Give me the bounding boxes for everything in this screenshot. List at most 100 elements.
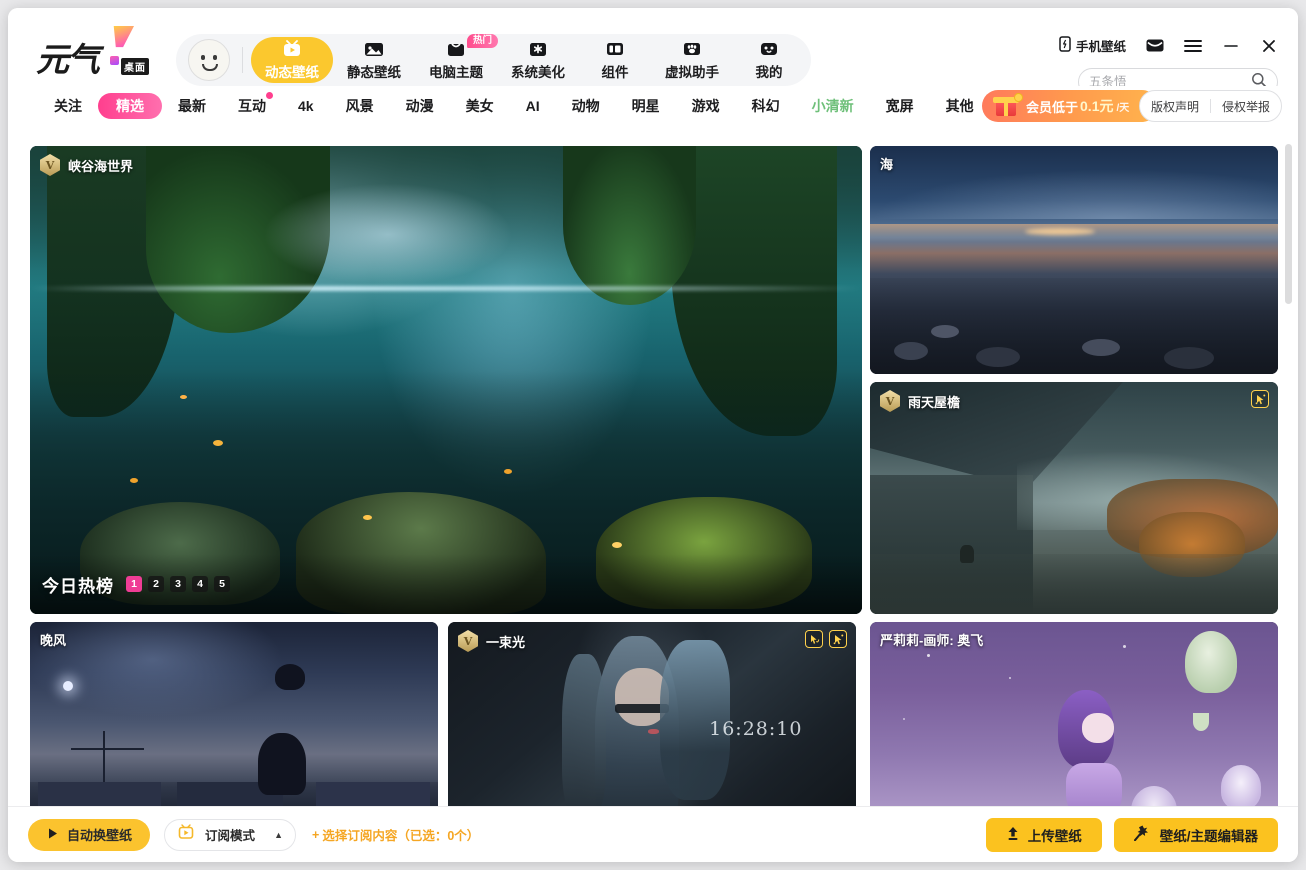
upload-icon [1006,826,1020,844]
wallpaper-card-yanlili[interactable]: 严莉莉-画师: 奥飞 [870,622,1278,806]
avatar[interactable] [188,39,230,81]
category-zuixin[interactable]: 最新 [162,93,222,119]
nav-label: 组件 [601,65,629,80]
nav-label: 动态壁纸 [265,65,319,80]
main-nav: 动态壁纸 静态壁纸 电脑主题 热门 系统美化 组件 虚拟助手 我的 [176,34,811,86]
nav-item-static-wallpaper[interactable]: 静态壁纸 [333,37,415,83]
wallpaper-theme-editor-button[interactable]: 壁纸/主题编辑器 [1113,817,1278,852]
vip-badge-icon: V [458,630,478,652]
category-xiaoqingxin[interactable]: 小清新 [796,93,870,119]
pager-page-5[interactable]: 5 [214,576,230,592]
category-fengjing[interactable]: 风景 [330,93,390,119]
card-title-group: V 峡谷海世界 [40,154,133,176]
category-ai[interactable]: AI [510,93,556,119]
mouse-trail-icon[interactable] [805,630,823,648]
vip-amount: 0.1元 [1080,98,1114,114]
nav-item-virtual-assistant[interactable]: 虚拟助手 [651,37,733,83]
vip-suffix: /天 [1116,102,1130,114]
pager-page-4[interactable]: 4 [192,576,208,592]
gift-icon [990,91,1024,121]
category-kuanping[interactable]: 宽屏 [870,93,930,119]
card-title: 晚风 [40,633,67,648]
upload-wallpaper-button[interactable]: 上传壁纸 [985,817,1102,852]
wallpaper-card-beam-of-light[interactable]: 16:28:10 V 一束光 [448,622,856,806]
wallpaper-card-evening-breeze[interactable]: 晚风 [30,622,438,806]
scrollbar-track[interactable] [1285,142,1292,798]
new-dot-icon [266,92,273,99]
tv-play-icon [281,39,303,59]
cursor-interactive-icon[interactable] [1251,390,1269,408]
wallpaper-card-hero[interactable]: V 峡谷海世界 今日热榜 1 2 3 4 5 [30,146,862,614]
card-title: 雨天屋檐 [908,394,961,410]
phone-wallpaper-label: 手机壁纸 [1075,40,1126,54]
infringement-report-link[interactable]: 侵权举报 [1211,98,1281,115]
subscription-mode-dropdown[interactable]: 订阅模式 ▲ [164,818,297,851]
card-title-group: 晚风 [40,630,66,649]
play-icon [46,827,59,843]
nav-label: 虚拟助手 [665,65,719,80]
close-icon[interactable] [1260,37,1278,55]
vip-promo-banner[interactable]: 会员低于 0.1元 /天 [982,90,1158,122]
category-bar: 关注 精选 最新 互动 4k 风景 动漫 美女 AI 动物 明星 游戏 科幻 小… [8,86,1298,126]
phone-wallpaper-button[interactable]: 手机壁纸 [1059,36,1126,55]
category-mingxing[interactable]: 明星 [616,93,676,119]
bottom-toolbar: 自动换壁纸 订阅模式 ▲ + 选择订阅内容（已选：0个） 上传壁纸 壁纸/主题编… [8,806,1298,862]
auto-change-wallpaper-button[interactable]: 自动换壁纸 [28,818,151,851]
category-label: 互动 [238,98,266,114]
pager-page-1[interactable]: 1 [126,576,142,592]
legal-links: 版权声明 侵权举报 [1138,90,1282,122]
nav-item-dynamic-wallpaper[interactable]: 动态壁纸 [251,37,333,83]
select-subscription-content-button[interactable]: + 选择订阅内容（已选：0个） [312,825,479,844]
card-feature-icons [1251,390,1269,408]
card-thumbnail [870,146,1278,374]
avatar-mouth-icon [202,64,218,71]
copyright-statement-link[interactable]: 版权声明 [1140,98,1210,115]
category-guanzhu[interactable]: 关注 [38,93,98,119]
magic-wand-icon [1133,825,1152,844]
card-title: 峡谷海世界 [68,158,134,174]
card-feature-icons [805,630,847,648]
pager-page-2[interactable]: 2 [148,576,164,592]
category-dongman[interactable]: 动漫 [390,93,450,119]
plus-icon: + [312,827,320,842]
wallpaper-grid-area: V 峡谷海世界 今日热榜 1 2 3 4 5 海 V 雨天屋檐 晚风 16:28… [8,134,1298,806]
paw-icon [681,39,703,59]
wallpaper-card-rainy-eaves[interactable]: V 雨天屋檐 [870,382,1278,614]
bottom-right-actions: 上传壁纸 壁纸/主题编辑器 [985,817,1278,852]
mail-icon[interactable] [1146,37,1164,55]
robot-icon [758,39,780,59]
minimize-icon[interactable] [1222,37,1240,55]
editor-label: 壁纸/主题编辑器 [1159,828,1258,844]
window-controls: 手机壁纸 [1059,36,1278,55]
menu-icon[interactable] [1184,37,1202,55]
upload-label: 上传壁纸 [1027,828,1082,844]
nav-item-mine[interactable]: 我的 [733,37,805,83]
app-logo[interactable]: 元气 桌面 [36,26,156,79]
chevron-up-icon[interactable]: ▲ [274,830,283,840]
nav-item-widgets[interactable]: 组件 [579,37,651,83]
category-jingxuan[interactable]: 精选 [98,93,162,119]
wallpaper-card-sea[interactable]: 海 [870,146,1278,374]
category-kehuan[interactable]: 科幻 [736,93,796,119]
pager-page-3[interactable]: 3 [170,576,186,592]
nav-item-pc-theme[interactable]: 电脑主题 热门 [415,34,499,83]
select-subscription-label: 选择订阅内容（已选：0个） [322,829,480,843]
category-list: 关注 精选 最新 互动 4k 风景 动漫 美女 AI 动物 明星 游戏 科幻 小… [38,86,990,126]
clock-time: 16:28:10 [709,717,803,740]
auto-change-label: 自动换壁纸 [67,828,133,843]
scrollbar-thumb[interactable] [1285,144,1292,304]
logo-exclamation-icon [113,26,134,48]
category-qita[interactable]: 其他 [930,93,990,119]
cursor-interactive-icon[interactable] [829,630,847,648]
category-dongwu[interactable]: 动物 [556,93,616,119]
category-youxi[interactable]: 游戏 [676,93,736,119]
category-meinv[interactable]: 美女 [450,93,510,119]
widget-icon [604,39,626,59]
nav-item-system-beautify[interactable]: 系统美化 [497,37,579,83]
logo-text: 元气 [36,40,100,79]
hero-thumbnail [30,146,862,614]
card-title-group: 海 [880,154,893,173]
category-4k[interactable]: 4k [282,93,330,119]
card-title: 严莉莉-画师: 奥飞 [880,633,984,648]
category-hudong[interactable]: 互动 [222,92,282,119]
